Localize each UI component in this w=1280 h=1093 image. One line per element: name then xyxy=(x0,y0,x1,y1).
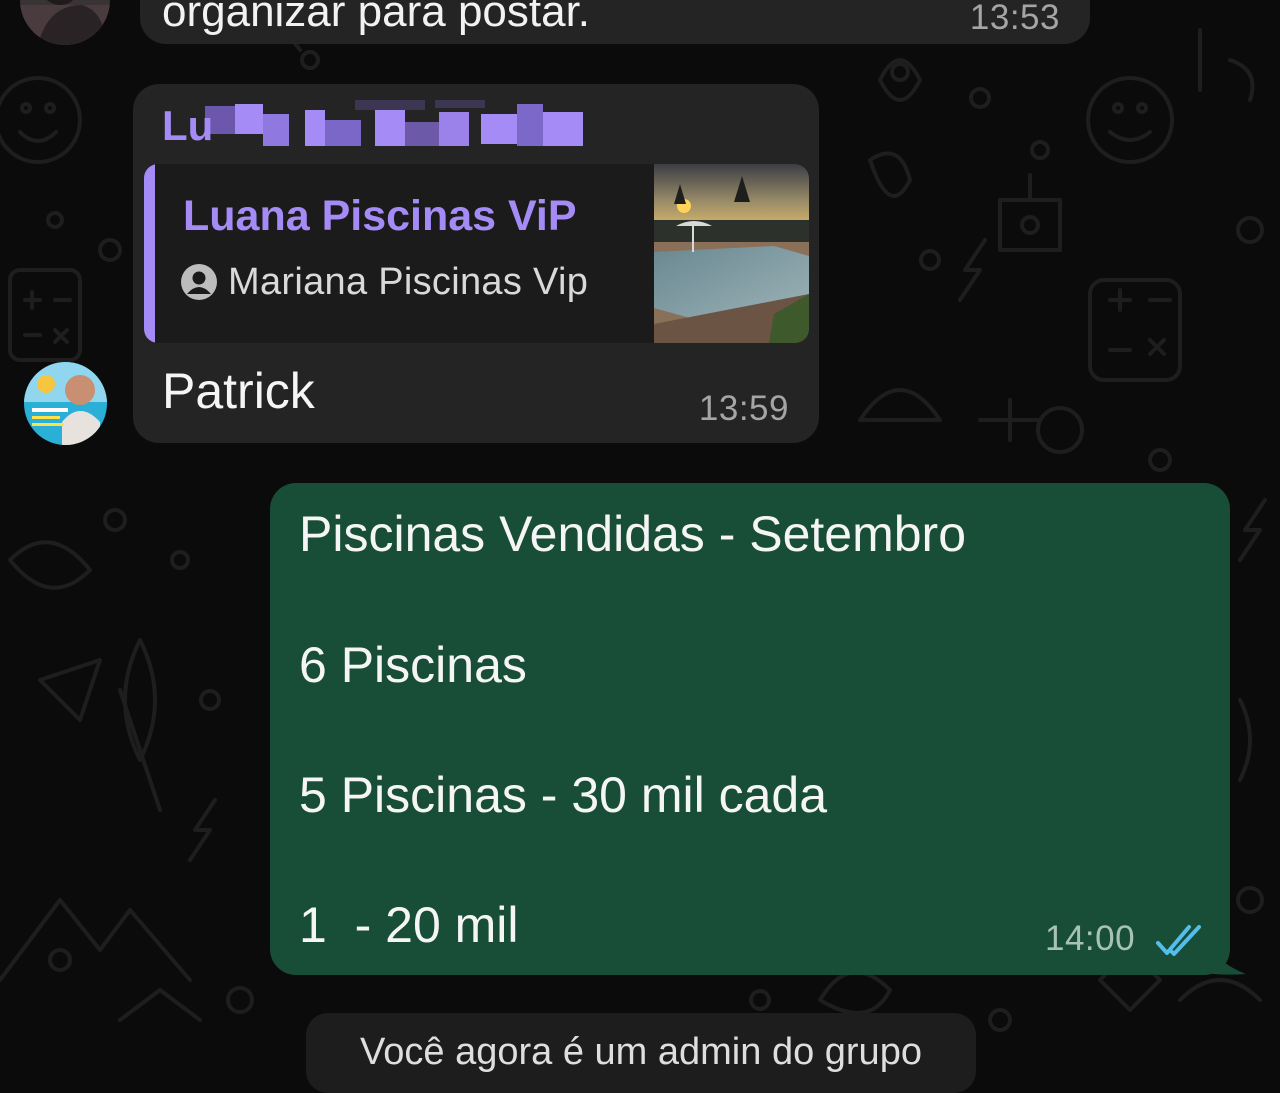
quoted-author: Mariana Piscinas Vip xyxy=(228,260,589,303)
quoted-author-row: Mariana Piscinas Vip xyxy=(181,260,588,304)
double-check-read-icon xyxy=(1156,925,1201,956)
bubble-tail xyxy=(1200,930,1246,975)
message-time: 13:53 xyxy=(969,0,1060,37)
message-time: 14:00 xyxy=(1045,919,1136,958)
system-message-text: Você agora é um admin do grupo xyxy=(360,1031,922,1073)
pool-ad-avatar-icon xyxy=(24,362,107,445)
message-text: organizar para postar. xyxy=(162,0,591,36)
avatar[interactable] xyxy=(24,362,107,445)
message-time: 13:59 xyxy=(698,389,789,428)
message-line: 1 - 20 mil xyxy=(299,897,519,953)
quoted-message[interactable]: Luana Piscinas ViP Mariana Piscinas Vip xyxy=(144,164,809,343)
pool-photo-icon xyxy=(654,164,809,343)
message-line: 5 Piscinas - 30 mil cada xyxy=(299,767,828,823)
message-bubble[interactable]: organizar para postar. 13:53 xyxy=(140,0,1090,44)
message-line: Piscinas Vendidas - Setembro xyxy=(299,506,967,562)
system-message: Você agora é um admin do grupo xyxy=(306,1013,976,1093)
pixelated-redaction xyxy=(205,100,583,146)
message-line: 6 Piscinas xyxy=(299,637,527,693)
message-text: Patrick xyxy=(162,363,315,419)
quote-accent-bar xyxy=(144,164,155,343)
message-bubble-outgoing[interactable]: Piscinas Vendidas - Setembro 6 Piscinas … xyxy=(270,483,1230,975)
sender-name[interactable]: Lu xyxy=(162,102,213,150)
pool-photo-thumbnail[interactable] xyxy=(654,164,809,343)
quoted-title: Luana Piscinas ViP xyxy=(183,192,577,240)
message-bubble[interactable]: Lu Luana Piscinas ViP Mariana Piscinas V… xyxy=(133,84,819,443)
contact-person-icon xyxy=(181,264,217,300)
